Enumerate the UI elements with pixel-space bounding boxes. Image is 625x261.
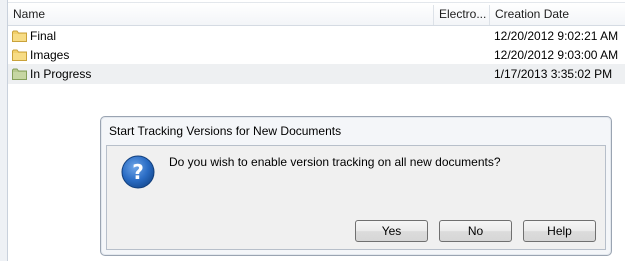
question-icon: ?: [121, 155, 155, 189]
list-item[interactable]: Final 12/20/2012 9:02:21 AM: [8, 26, 625, 46]
dialog-body: ? Do you wish to enable version tracking…: [106, 145, 606, 250]
folder-icon: [12, 68, 27, 80]
folder-icon: [12, 49, 27, 61]
item-name: Final: [30, 29, 57, 43]
item-name: In Progress: [30, 67, 92, 81]
help-button[interactable]: Help: [523, 220, 596, 242]
column-header-row: Name Electro... Creation Date: [8, 2, 625, 26]
item-creation-date: 12/20/2012 9:02:21 AM: [494, 29, 619, 43]
yes-button[interactable]: Yes: [355, 220, 428, 242]
list-item[interactable]: Images 12/20/2012 9:03:00 AM: [8, 45, 625, 65]
folder-icon: [12, 30, 27, 42]
item-creation-date: 12/20/2012 9:03:00 AM: [494, 48, 619, 62]
no-button[interactable]: No: [439, 220, 512, 242]
dialog-title[interactable]: Start Tracking Versions for New Document…: [109, 122, 341, 140]
navigation-pane-edge: [0, 0, 8, 261]
column-header-creation-date[interactable]: Creation Date: [490, 3, 625, 26]
dialog-message: Do you wish to enable version tracking o…: [169, 155, 501, 169]
column-header-electro[interactable]: Electro...: [434, 3, 490, 26]
app-window: Name Electro... Creation Date Final 12/2…: [0, 0, 625, 261]
version-tracking-dialog: Start Tracking Versions for New Document…: [100, 116, 612, 256]
svg-text:?: ?: [132, 160, 144, 184]
item-name: Images: [30, 48, 70, 62]
list-item[interactable]: In Progress 1/17/2013 3:35:02 PM: [8, 64, 625, 84]
item-creation-date: 1/17/2013 3:35:02 PM: [494, 67, 613, 81]
column-header-name[interactable]: Name: [8, 3, 433, 26]
